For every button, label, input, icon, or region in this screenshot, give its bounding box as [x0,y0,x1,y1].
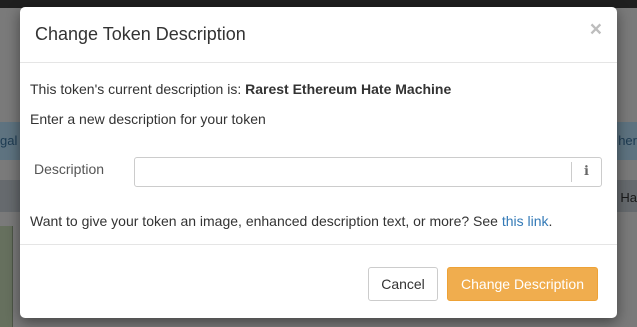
change-description-button[interactable]: Change Description [447,267,598,301]
background-box [0,226,13,327]
cancel-button[interactable]: Cancel [368,267,438,301]
background-text-left: gal [0,133,18,148]
description-input[interactable] [135,158,573,186]
background-text-right-secondary: Ha [620,190,637,205]
more-info-prefix: Want to give your token an image, enhanc… [30,213,502,229]
description-label: Description [34,161,105,177]
this-link[interactable]: this link [502,213,549,229]
more-info-text: Want to give your token an image, enhanc… [30,213,552,229]
current-description-value: Rarest Ethereum Hate Machine [245,81,452,97]
info-icon[interactable]: ℹ [571,162,601,182]
more-info-suffix: . [548,213,553,229]
current-description-prefix: This token's current description is: [30,81,246,97]
modal-title: Change Token Description [35,24,246,44]
instruction-text: Enter a new description for your token [30,111,266,127]
close-icon[interactable]: × [590,19,602,40]
change-description-modal: Change Token Description × This token's … [20,7,617,318]
modal-body: This token's current description is: Rar… [20,63,617,245]
modal-footer: Cancel Change Description [20,245,617,318]
current-description-text: This token's current description is: Rar… [30,81,451,97]
description-input-group: ℹ [134,157,602,187]
background-text-right: her [618,133,637,148]
modal-header: Change Token Description × [20,7,617,63]
